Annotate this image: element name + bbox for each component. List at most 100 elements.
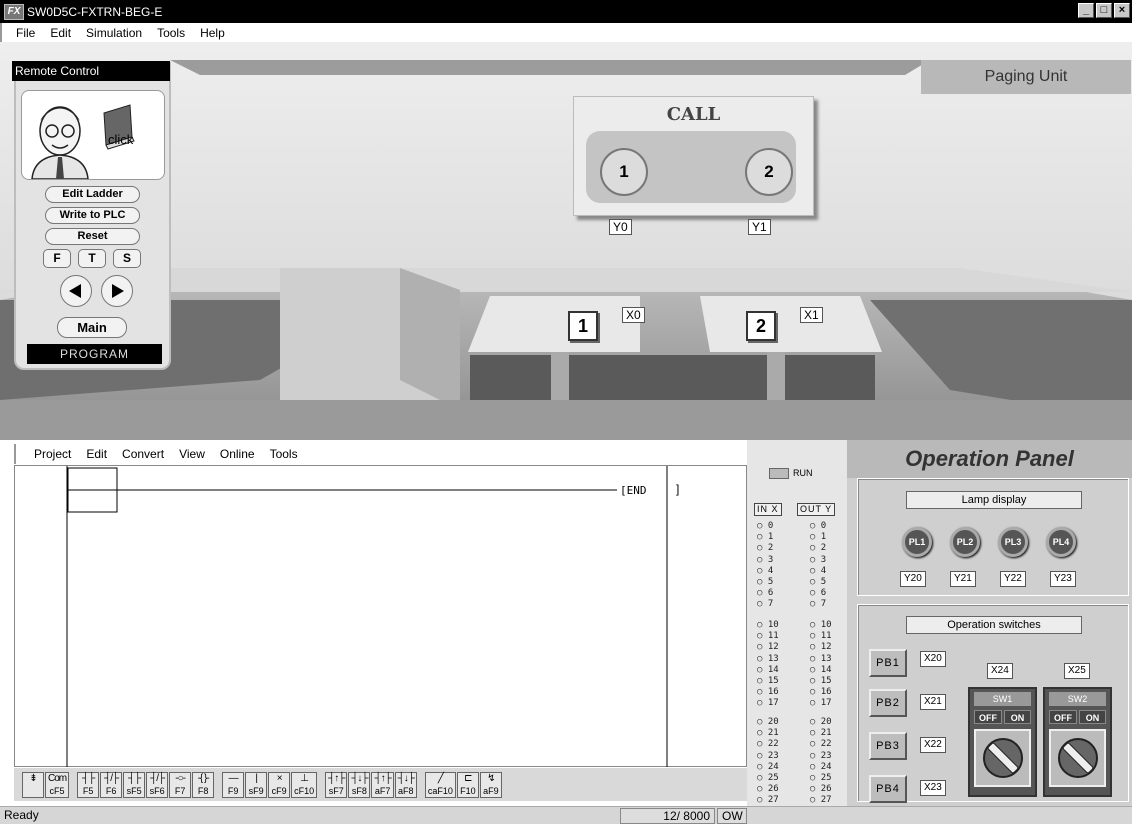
toolbar-button-14[interactable]: ┤↑├ aF7 [371,771,394,798]
toolbar-button-13[interactable]: ┤↓├ sF8 [348,771,371,798]
output-led-label: 1 [820,532,827,543]
menu-convert[interactable]: Convert [122,447,164,461]
close-button[interactable]: × [1114,3,1130,18]
avatar-caption: click [108,132,134,147]
toolbar-key: aF8 [397,785,414,796]
toolbar-button-16[interactable]: ╱ caF10 [424,771,456,798]
led-icon: ○ [809,543,821,554]
output-led-label: 4 [820,565,827,576]
toolbar-button-3[interactable]: ┤/├ F6 [100,771,123,798]
menu-project[interactable]: Project [34,447,71,461]
input-led-label: 23 [767,750,779,761]
menu-online[interactable]: Online [220,447,255,461]
menu-help[interactable]: Help [200,26,225,40]
io-row: ○ 23 ○ 23 [757,750,832,761]
tag-x1: X1 [800,307,823,323]
menu-simulation[interactable]: Simulation [86,26,142,40]
io-row: ○ 5 ○ 5 [757,578,826,587]
led-icon: ○ [809,773,821,783]
toolbar-button-17[interactable]: ⊏ F10 [456,771,479,798]
output-led-label: 20 [820,717,832,727]
toolbar-button-0[interactable]: ⇟ [22,771,44,798]
write-to-plc-button[interactable]: Write to PLC [45,207,140,224]
led-icon: ○ [757,773,768,783]
f-button[interactable]: F [43,249,71,268]
output-led-label: 17 [820,698,832,709]
led-icon: ○ [757,676,768,686]
toolbar-symbol: ┤↑├ [328,772,345,784]
out-y-header: OUT Y [797,503,836,516]
sw2-knob[interactable] [1049,729,1106,787]
led-icon: ○ [757,631,768,642]
end-bracket: ] [676,482,680,496]
led-icon: ○ [809,653,821,664]
t-button[interactable]: T [78,249,106,268]
toolbar-symbol: ┤↓├ [397,772,415,784]
io-row: ○ 12 ○ 12 [757,642,832,653]
teacher-avatar-icon [31,104,135,180]
input-led-label: 6 [767,588,774,599]
sw1-knob[interactable] [974,729,1031,787]
edit-ladder-button[interactable]: Edit Ladder [45,186,140,203]
desk-button-2[interactable]: 2 [746,311,776,341]
maximize-button[interactable]: □ [1096,3,1112,18]
selector-switch-sw1[interactable]: SW1 OFF ON [968,687,1037,797]
s-button[interactable]: S [113,249,141,268]
toolbar-key: F10 [460,785,476,796]
pb2-button[interactable]: PB2 [869,689,907,717]
pb1-button[interactable]: PB1 [869,649,907,677]
toolbar-key: cF10 [294,785,315,796]
main-button[interactable]: Main [57,317,127,338]
output-led-label: 25 [820,773,832,783]
io-row: ○ 16 ○ 16 [757,687,832,698]
pb3-button[interactable]: PB3 [869,732,907,760]
minimize-button[interactable]: _ [1078,3,1094,18]
toolbar-symbol: ⇟ [29,772,37,784]
avatar[interactable] [21,90,165,180]
ladder-editor[interactable] [14,465,747,768]
toolbar-button-18[interactable]: ↯ aF9 [479,771,502,798]
toolbar-symbol: -○- [175,772,186,784]
menu-tools[interactable]: Tools [157,26,185,40]
output-led-label: 21 [820,728,832,739]
selector-switch-sw2[interactable]: SW2 OFF ON [1043,687,1112,797]
toolbar-button-5[interactable]: ┤/├ sF6 [146,771,169,798]
toolbar-button-12[interactable]: ┤↑├ sF7 [325,771,348,798]
input-led-label: 16 [767,687,779,698]
io-row: ○ 6 ○ 6 [757,588,826,599]
toolbar-button-8[interactable]: — F9 [222,771,245,798]
menu-edit[interactable]: Edit [50,26,71,40]
toolbar-button-10[interactable]: × cF9 [268,771,291,798]
led-icon: ○ [757,532,768,543]
toolbar-button-2[interactable]: ┤├ F5 [77,771,100,798]
menu-editor-tools[interactable]: Tools [270,447,298,461]
step-count: 12/ 8000 [620,808,715,824]
menu-file[interactable]: File [16,26,35,40]
led-icon: ○ [809,631,821,642]
tag-x0: X0 [622,307,645,323]
toolbar-button-11[interactable]: ⊥ cF10 [291,771,318,798]
toolbar-button-7[interactable]: -{ }- F8 [192,771,215,798]
toolbar-symbol: ┤├ [128,772,141,784]
led-icon: ○ [757,653,768,664]
toolbar-symbol: ┤/├ [104,772,119,784]
input-led-label: 0 [767,521,774,531]
toolbar-button-6[interactable]: -○- F7 [169,771,192,798]
led-icon: ○ [757,728,768,739]
toolbar-button-1[interactable]: Com cF5 [45,771,70,798]
toolbar-button-9[interactable]: | sF9 [245,771,268,798]
menu-editor-edit[interactable]: Edit [86,447,107,461]
ladder-cursor [67,467,118,491]
reset-button[interactable]: Reset [45,228,140,245]
menu-view[interactable]: View [179,447,205,461]
toolbar-button-4[interactable]: ┤├ sF5 [123,771,146,798]
desk-button-1[interactable]: 1 [568,311,598,341]
toolbar-button-15[interactable]: ┤↓├ aF8 [394,771,417,798]
input-led-label: 20 [767,717,779,727]
sw2-off-label: OFF [1049,710,1077,724]
prev-button[interactable] [60,275,92,307]
pb4-button[interactable]: PB4 [869,775,907,803]
output-led-label: 26 [820,784,832,795]
output-led-label: 12 [820,642,832,653]
next-button[interactable] [101,275,133,307]
